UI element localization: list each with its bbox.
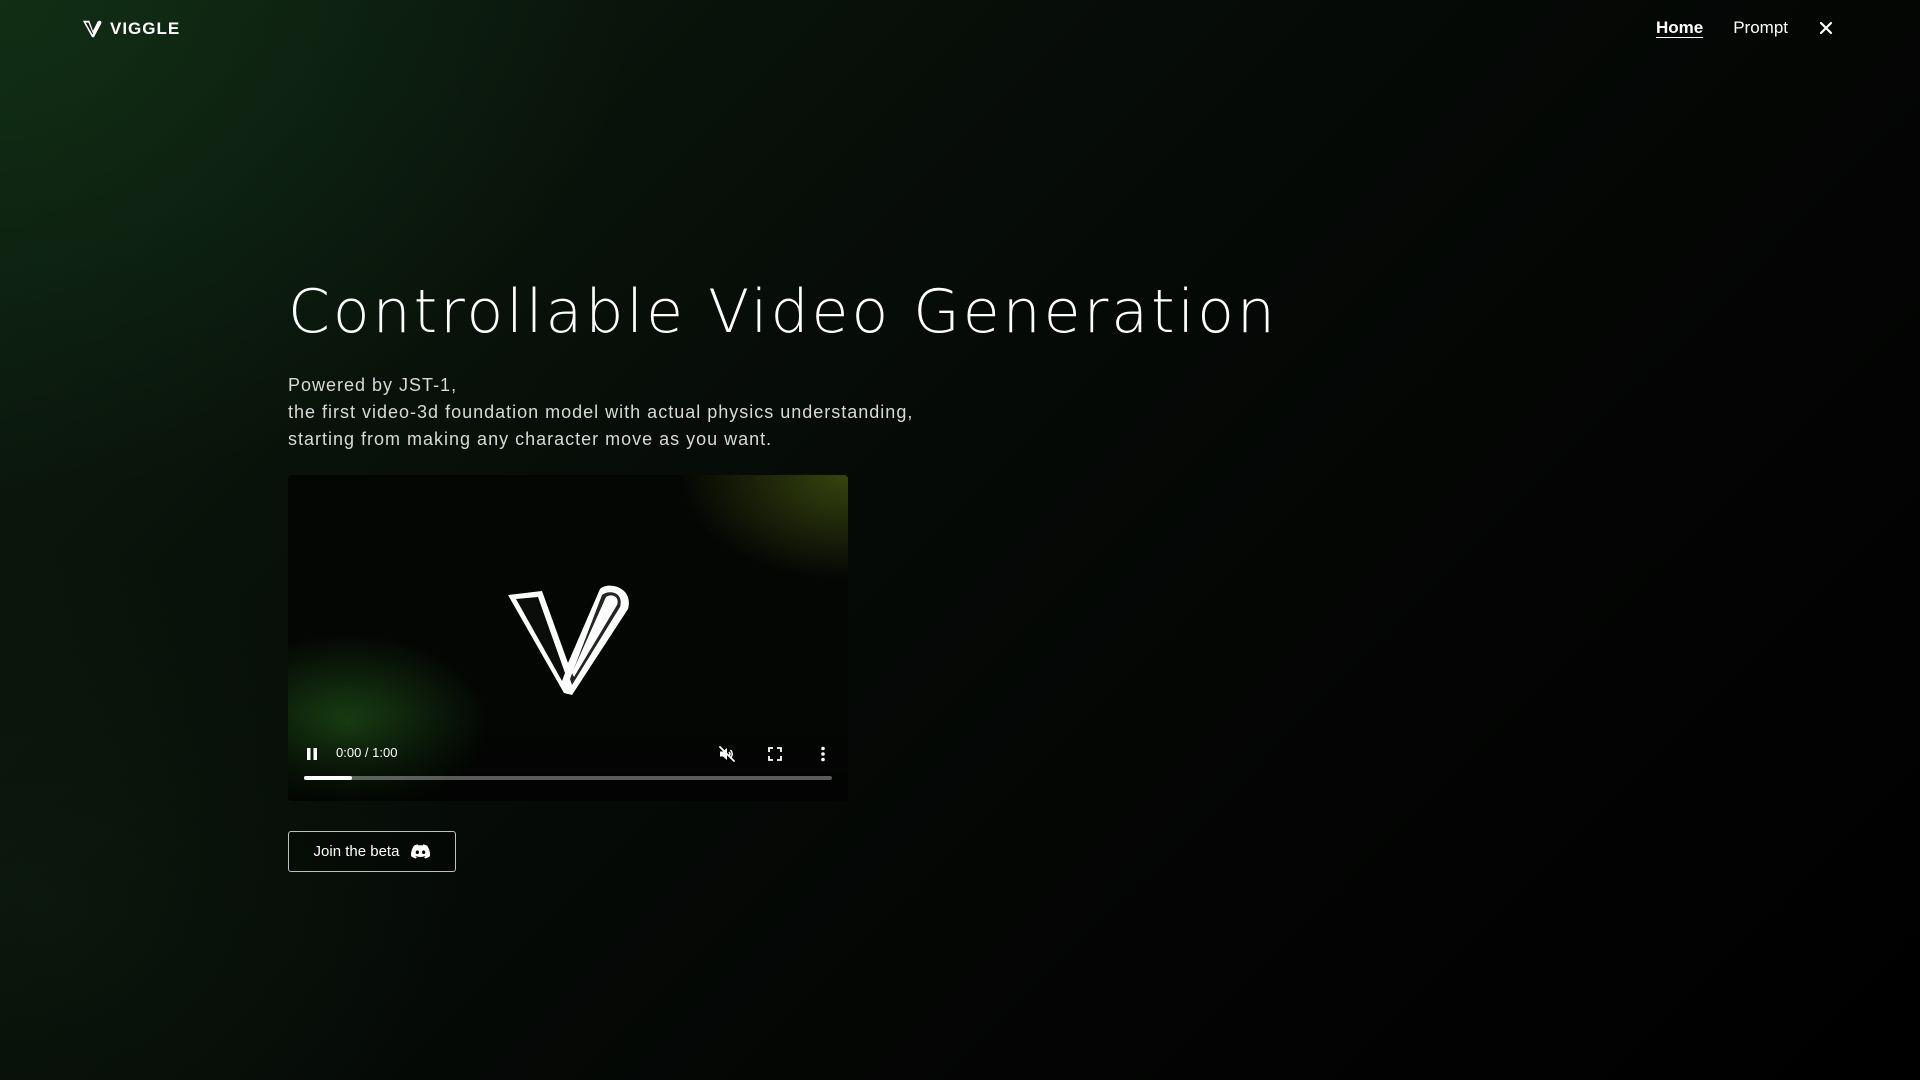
join-beta-label: Join the beta: [313, 843, 400, 860]
video-player[interactable]: 0:00 / 1:00: [288, 475, 848, 801]
fullscreen-icon: [768, 747, 782, 761]
mute-button[interactable]: [715, 742, 739, 766]
logo[interactable]: VIGGLE: [82, 18, 180, 40]
page: VIGGLE Home Prompt Controllable Video Ge…: [0, 0, 1920, 1080]
pause-button[interactable]: [300, 742, 324, 766]
pause-icon: [307, 748, 317, 760]
volume-muted-icon: [719, 746, 735, 762]
subtitle-line: the first video-3d foundation model with…: [288, 402, 914, 422]
hero: Controllable Video Generation Powered by…: [288, 270, 1278, 453]
viggle-v-icon: [82, 20, 102, 38]
subtitle-line: starting from making any character move …: [288, 429, 773, 449]
nav-home-link[interactable]: Home: [1656, 18, 1703, 38]
logo-text: VIGGLE: [110, 19, 181, 38]
top-nav: Home Prompt: [1656, 18, 1834, 38]
discord-icon: [411, 844, 431, 859]
viggle-v-icon: [508, 585, 629, 695]
nav-prompt-link[interactable]: Prompt: [1733, 18, 1788, 38]
video-progress-fill: [304, 776, 352, 780]
page-title: Controllable Video Generation: [288, 277, 1278, 347]
video-progress-bar[interactable]: [304, 776, 832, 780]
more-vertical-icon: [821, 746, 825, 762]
more-options-button[interactable]: [811, 742, 835, 766]
hero-subtitle: Powered by JST-1, the first video-3d fou…: [288, 372, 1278, 453]
fullscreen-button[interactable]: [763, 742, 787, 766]
join-beta-button[interactable]: Join the beta: [288, 831, 456, 872]
subtitle-line: Powered by JST-1,: [288, 375, 458, 395]
time-display: 0:00 / 1:00: [336, 745, 398, 760]
close-icon[interactable]: [1818, 20, 1834, 36]
